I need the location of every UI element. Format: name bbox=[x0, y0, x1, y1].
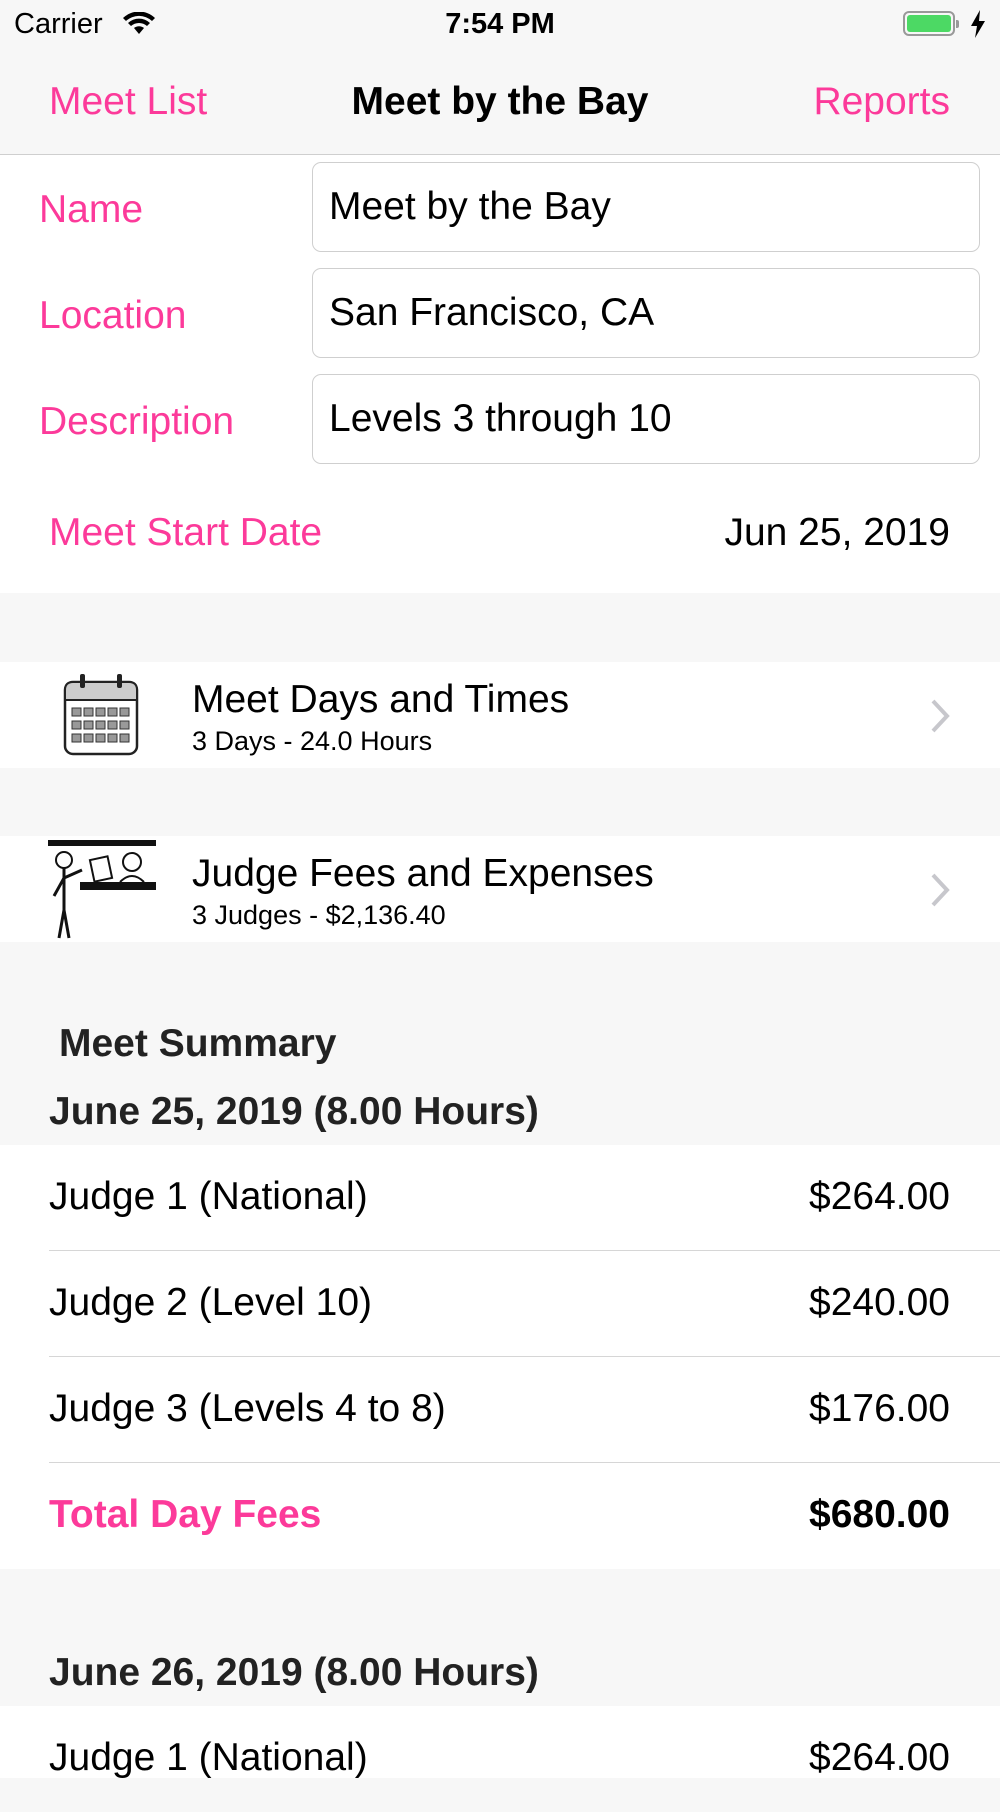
judge-amount: $264.00 bbox=[809, 1736, 950, 1779]
navigation-bar: Meet List Meet by the Bay Reports bbox=[0, 50, 1000, 155]
start-date-label: Meet Start Date bbox=[49, 511, 323, 554]
start-date-value[interactable]: Jun 25, 2019 bbox=[724, 511, 950, 555]
day-fees-list: Judge 1 (National) $264.00 bbox=[0, 1706, 1000, 1779]
judge-fees-subtitle: 3 Judges - $2,136.40 bbox=[192, 900, 446, 930]
table-row: Judge 2 (Level 10) $240.00 bbox=[0, 1251, 1000, 1357]
location-field[interactable]: San Francisco, CA bbox=[312, 268, 980, 358]
charging-bolt-icon bbox=[971, 10, 985, 38]
battery-icon bbox=[903, 11, 959, 36]
day-fees-list: Judge 1 (National) $264.00 Judge 2 (Leve… bbox=[0, 1145, 1000, 1569]
status-bar: Carrier 7:54 PM bbox=[0, 0, 1000, 50]
meet-summary-heading: Meet Summary bbox=[59, 1022, 337, 1065]
reports-button[interactable]: Reports bbox=[813, 80, 950, 124]
table-row: Judge 1 (National) $264.00 bbox=[0, 1706, 1000, 1812]
clock-time: 7:54 PM bbox=[445, 8, 555, 40]
judge-fees-cell[interactable]: Judge Fees and Expenses 3 Judges - $2,13… bbox=[0, 836, 1000, 942]
description-label: Description bbox=[39, 400, 235, 443]
judge-label: Judge 1 (National) bbox=[49, 1175, 368, 1218]
meet-days-title: Meet Days and Times bbox=[192, 678, 570, 721]
meet-days-subtitle: 3 Days - 24.0 Hours bbox=[192, 726, 433, 756]
description-field[interactable]: Levels 3 through 10 bbox=[312, 374, 980, 464]
location-label: Location bbox=[39, 294, 187, 337]
judge-label: Judge 2 (Level 10) bbox=[49, 1281, 373, 1324]
table-row: Judge 3 (Levels 4 to 8) $176.00 bbox=[0, 1357, 1000, 1463]
name-label: Name bbox=[39, 188, 144, 231]
judge-label: Judge 3 (Levels 4 to 8) bbox=[49, 1387, 446, 1430]
judge-amount: $264.00 bbox=[809, 1175, 950, 1218]
meet-days-cell[interactable]: Meet Days and Times 3 Days - 24.0 Hours bbox=[0, 662, 1000, 768]
chevron-right-icon bbox=[931, 873, 950, 907]
chevron-right-icon bbox=[931, 699, 950, 733]
day-header: June 26, 2019 (8.00 Hours) bbox=[49, 1651, 539, 1694]
judge-amount: $176.00 bbox=[809, 1387, 950, 1430]
judges-icon bbox=[48, 840, 156, 939]
total-row: Total Day Fees $680.00 bbox=[0, 1463, 1000, 1569]
total-day-fees-amount: $680.00 bbox=[809, 1493, 950, 1536]
judge-label: Judge 1 (National) bbox=[49, 1736, 368, 1779]
calendar-icon bbox=[63, 674, 139, 756]
total-day-fees-label: Total Day Fees bbox=[49, 1493, 322, 1536]
table-row: Judge 1 (National) $264.00 bbox=[0, 1145, 1000, 1251]
judge-amount: $240.00 bbox=[809, 1281, 950, 1324]
judge-fees-title: Judge Fees and Expenses bbox=[192, 852, 654, 895]
name-field[interactable]: Meet by the Bay bbox=[312, 162, 980, 252]
day-header: June 25, 2019 (8.00 Hours) bbox=[49, 1090, 539, 1133]
